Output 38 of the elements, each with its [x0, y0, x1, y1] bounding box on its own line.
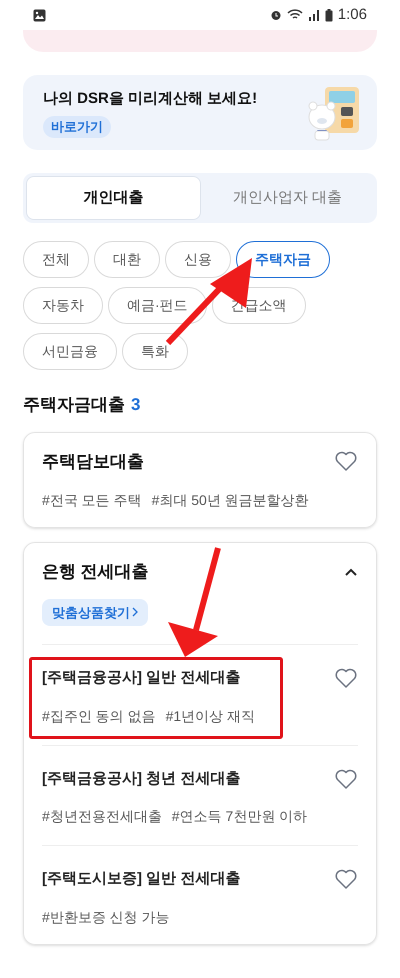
filter-chip[interactable]: 특화	[122, 333, 188, 370]
filter-chip[interactable]: 전체	[23, 241, 89, 278]
hashtag: #반환보증 신청 가능	[42, 908, 170, 926]
product-title[interactable]: [주택도시보증] 일반 전세대출	[42, 868, 240, 890]
tab[interactable]: 개인사업자 대출	[201, 176, 374, 220]
gallery-icon	[33, 8, 46, 22]
custom-product-link[interactable]: 맞춤상품찾기	[42, 598, 148, 626]
card-title[interactable]: 주택담보대출	[42, 448, 144, 474]
clock-time: 1:06	[338, 4, 367, 25]
hashtag: #전국 모든 주택	[42, 491, 142, 510]
battery-icon	[324, 8, 333, 22]
card-title[interactable]: 은행 전세대출	[42, 559, 149, 584]
heart-icon[interactable]	[334, 450, 358, 472]
filter-chip[interactable]: 서민금융	[23, 333, 117, 370]
filter-chip[interactable]: 대환	[94, 241, 160, 278]
heart-icon[interactable]	[334, 768, 358, 790]
filter-chip[interactable]: 자동차	[23, 287, 103, 324]
banner-title: 나의 DSR을 미리계산해 보세요!	[43, 88, 258, 108]
shortcut-link[interactable]: 바로가기	[43, 116, 111, 138]
product-title[interactable]: [주택금융공사] 청년 전세대출	[42, 768, 308, 790]
heart-icon[interactable]	[334, 667, 358, 689]
hashtag: #최대 50년 원금분할상환	[152, 491, 309, 510]
filter-chip[interactable]: 예금·펀드	[108, 287, 207, 324]
dsr-banner[interactable]: 나의 DSR을 미리계산해 보세요! 바로가기	[23, 75, 377, 150]
hashtag: #연소득 7천만원 이하	[172, 807, 308, 826]
wifi-icon	[286, 9, 303, 21]
chevron-right-icon	[132, 607, 138, 618]
count: 3	[131, 394, 140, 416]
heart-icon[interactable]	[334, 868, 358, 890]
hashtag: #집주인 동의 없음	[42, 706, 156, 726]
signal-icon	[308, 9, 320, 21]
tab[interactable]: 개인대출	[26, 176, 201, 220]
section-title: 주택자금대출	[23, 394, 125, 416]
hashtag: #1년이상 재직	[166, 706, 256, 726]
alarm-icon	[270, 9, 282, 21]
product-title[interactable]: [주택금융공사] 일반 전세대출	[42, 667, 256, 690]
hashtag: #청년전용전세대출	[42, 807, 162, 826]
chevron-up-icon[interactable]	[344, 566, 358, 577]
